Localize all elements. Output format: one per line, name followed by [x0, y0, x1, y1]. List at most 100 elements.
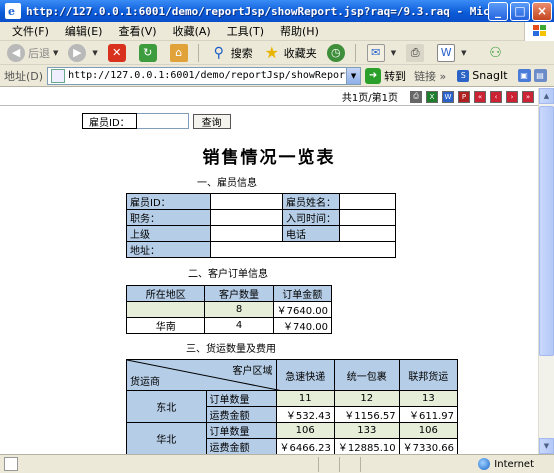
corner-top-label: 客户区域 [232, 366, 273, 377]
messenger-icon: ⚇ [489, 44, 502, 61]
history-icon: ◷ [326, 43, 345, 62]
prev-page-icon[interactable]: ‹ [490, 90, 502, 103]
export-excel-icon[interactable]: X [426, 90, 438, 103]
refresh-button[interactable]: ↻ [136, 42, 163, 64]
scroll-thumb[interactable] [539, 106, 554, 356]
favorites-label: 收藏夹 [283, 46, 317, 60]
printer-icon: ⎙ [406, 43, 425, 62]
employee-id-input[interactable] [136, 113, 189, 129]
maximize-button[interactable]: □ [510, 1, 530, 21]
address-dropdown-icon[interactable]: ▼ [347, 66, 362, 85]
menu-help[interactable]: 帮助(H) [272, 23, 327, 39]
corner-bottom-label: 货运商 [130, 377, 160, 388]
query-form: 雇员ID： 查询 [82, 113, 231, 129]
scroll-up-icon[interactable]: ▲ [539, 88, 554, 104]
job-value [210, 209, 283, 226]
row-label: 运费金额 [205, 406, 277, 423]
carrier-header: 急速快递 [275, 359, 335, 391]
go-button[interactable]: ➜ 转到 [365, 67, 406, 84]
next-page-icon[interactable]: › [506, 90, 518, 103]
forward-button[interactable]: ▶ ▼ [65, 42, 100, 64]
address-value [210, 241, 396, 258]
stop-button[interactable]: ✕ [105, 42, 132, 64]
links-label: 链接 [414, 69, 437, 83]
customer-count-header: 客户数量 [204, 285, 274, 302]
report-title: 销售情况一览表 [202, 148, 336, 168]
section-shipping-heading: 三、货运数量及费用 [186, 344, 276, 355]
table-cell: 13 [398, 390, 459, 407]
carrier-header: 联邦货运 [398, 359, 459, 391]
close-button[interactable]: × [532, 1, 552, 21]
status-divider [318, 456, 319, 472]
refresh-icon: ↻ [138, 43, 157, 62]
messenger-button[interactable]: ⚇ [484, 42, 511, 64]
globe-icon [478, 458, 491, 470]
table-cell: 8 [204, 301, 274, 318]
links-button[interactable]: 链接 » [414, 68, 446, 84]
snagit-icon: S [457, 69, 470, 82]
table-cell: 133 [333, 422, 400, 439]
menu-view[interactable]: 查看(V) [110, 23, 164, 39]
snagit-tool-button[interactable]: ▣ ▤ [515, 65, 553, 87]
search-label: 搜索 [230, 46, 253, 60]
employee-id-cell: 雇员ID： [126, 193, 211, 210]
vertical-scrollbar[interactable]: ▲ ▼ [538, 88, 554, 454]
favorites-button[interactable]: ★ 收藏夹 [260, 42, 320, 64]
stop-icon: ✕ [107, 43, 126, 62]
print-button[interactable]: ⎙ [403, 42, 430, 64]
table-cell: ￥1156.57 [333, 406, 400, 423]
chevron-down-icon: ▼ [390, 48, 397, 57]
section-orders-heading: 二、客户订单信息 [188, 269, 268, 280]
home-icon: ⌂ [169, 43, 188, 62]
svg-text:e: e [8, 5, 15, 17]
export-pdf-icon[interactable]: P [458, 90, 470, 103]
search-button[interactable]: ⚲ 搜索 [207, 42, 256, 64]
first-page-icon[interactable]: « [474, 90, 486, 103]
forward-arrow-icon: ▶ [68, 43, 87, 62]
snagit-button[interactable]: S SnagIt [454, 65, 510, 87]
zone-label: Internet [494, 458, 534, 470]
page-content: 共1页/第1页 ⎙ X W P « ‹ › » 雇员ID： 查询 销售情况一览表… [0, 88, 538, 454]
home-button[interactable]: ⌂ [167, 42, 194, 64]
print-report-icon[interactable]: ⎙ [410, 90, 422, 103]
job-cell: 职务： [126, 209, 211, 226]
toolbar-divider [197, 43, 199, 62]
hire-date-cell: 入司时间： [282, 209, 340, 226]
search-icon: ⚲ [213, 44, 224, 61]
minimize-button[interactable]: _ [488, 1, 508, 21]
table-cell: 4 [204, 317, 274, 334]
table-row [125, 301, 206, 318]
page-status-icon [4, 457, 18, 471]
menu-edit[interactable]: 编辑(E) [57, 23, 111, 39]
history-button[interactable]: ◷ [324, 42, 351, 64]
mail-button[interactable]: ✉ ▼ [364, 42, 399, 64]
export-word-icon[interactable]: W [442, 90, 454, 103]
address-bar: 地址(D) http://127.0.0.1:6001/demo/reportJ… [0, 65, 554, 87]
last-page-icon[interactable]: » [522, 90, 534, 103]
section-employee-heading: 一、雇员信息 [197, 178, 257, 189]
table-cell: ￥7330.66 [398, 438, 459, 454]
menu-file[interactable]: 文件(F) [4, 23, 57, 39]
address-url: http://127.0.0.1:6001/demo/reportJsp/sho… [68, 70, 346, 81]
page-icon [51, 68, 66, 83]
menu-tools[interactable]: 工具(T) [219, 23, 272, 39]
table-cell: 106 [275, 422, 335, 439]
carrier-header: 统一包裹 [333, 359, 400, 391]
back-label: 后退 [28, 46, 50, 60]
back-button[interactable]: ◀ 后退 ▼ [4, 42, 61, 64]
query-button[interactable]: 查询 [192, 113, 231, 129]
scroll-down-icon[interactable]: ▼ [539, 438, 554, 454]
row-label: 订单数量 [205, 422, 277, 439]
address-input[interactable]: http://127.0.0.1:6001/demo/reportJsp/sho… [47, 66, 348, 85]
table-cell: 11 [275, 390, 335, 407]
table-cell: ￥532.43 [275, 406, 335, 423]
menu-favorites[interactable]: 收藏(A) [165, 23, 219, 39]
table-cell: ￥6466.23 [275, 438, 335, 454]
security-zone: Internet [478, 458, 534, 470]
edit-button[interactable]: W ▼ [434, 42, 469, 64]
back-arrow-icon: ◀ [7, 43, 25, 62]
region-cell: 东北 [126, 390, 207, 423]
table-row: 华南 [125, 317, 206, 334]
employee-id-value [210, 193, 283, 210]
employee-id-label: 雇员ID： [82, 113, 137, 129]
